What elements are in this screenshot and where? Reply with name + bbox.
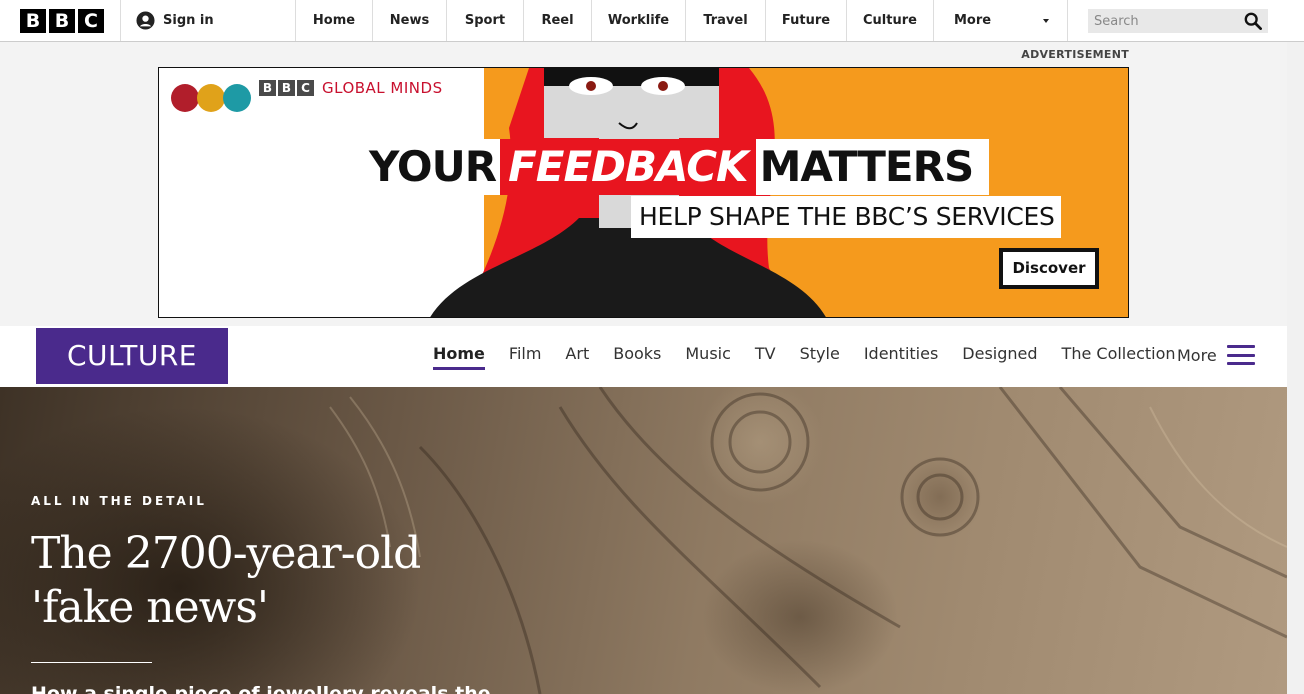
- user-icon: [136, 11, 155, 30]
- search-icon[interactable]: [1244, 12, 1262, 30]
- culture-more-label: More: [1177, 345, 1217, 365]
- nav-link-reel[interactable]: Reel: [523, 0, 591, 41]
- nav-link-future[interactable]: Future: [765, 0, 846, 41]
- sign-in-label: Sign in: [163, 13, 214, 28]
- culture-nav-item-film[interactable]: Film: [509, 344, 542, 370]
- nav-link-news[interactable]: News: [372, 0, 446, 41]
- nav-link-sport[interactable]: Sport: [446, 0, 523, 41]
- discover-button[interactable]: Discover: [999, 248, 1099, 289]
- bbc-logo[interactable]: B B C: [20, 9, 104, 33]
- sign-in-link[interactable]: Sign in: [136, 11, 214, 30]
- hamburger-menu-icon: [1226, 345, 1255, 365]
- culture-nav-item-style[interactable]: Style: [800, 344, 840, 370]
- hero-divider: [31, 662, 152, 663]
- ad-brand-name: GLOBAL MINDS: [322, 79, 443, 97]
- ad-headline-word: MATTERS: [755, 139, 990, 195]
- divider: [120, 0, 121, 41]
- ad-headline-word: YOUR: [365, 139, 501, 195]
- culture-nav-item-designed[interactable]: Designed: [962, 344, 1037, 370]
- global-nav: B B C Sign in Home News Sport Reel Workl…: [0, 0, 1304, 42]
- ad-bbc-letter: B: [259, 80, 276, 96]
- culture-nav: CULTURE Home Film Art Books Music TV Sty…: [0, 326, 1287, 387]
- bbc-logo-letter: C: [78, 9, 104, 33]
- nav-more-label: More: [954, 13, 992, 28]
- hero-subheading: How a single piece of jewellery reveals …: [31, 683, 491, 694]
- ad-brand: B B C GLOBAL MINDS: [259, 79, 443, 97]
- ad-headline-highlight: FEEDBACK: [500, 139, 756, 195]
- culture-nav-item-art[interactable]: Art: [565, 344, 589, 370]
- ad-headline: YOUR FEEDBACK MATTERS: [365, 139, 990, 195]
- search-input[interactable]: [1088, 9, 1236, 33]
- nav-more-button[interactable]: More: [933, 0, 1068, 41]
- nav-link-culture[interactable]: Culture: [846, 0, 933, 41]
- hero-kicker: ALL IN THE DETAIL: [31, 494, 207, 508]
- advertisement-label: ADVERTISEMENT: [1021, 48, 1129, 61]
- culture-logo[interactable]: CULTURE: [36, 328, 228, 384]
- culture-more-menu[interactable]: More: [1177, 345, 1255, 365]
- ad-bbc-letter: C: [297, 80, 314, 96]
- ad-subline: HELP SHAPE THE BBC’S SERVICES: [631, 196, 1061, 238]
- hero-banner[interactable]: ALL IN THE DETAIL The 2700-year-old 'fak…: [0, 387, 1287, 694]
- ad-bbc-letter: B: [278, 80, 295, 96]
- culture-nav-item-music[interactable]: Music: [685, 344, 731, 370]
- culture-nav-links: Home Film Art Books Music TV Style Ident…: [433, 344, 1176, 370]
- advertisement-banner[interactable]: B B C GLOBAL MINDS YOUR FEEDBACK MATTERS…: [158, 67, 1129, 318]
- nav-link-travel[interactable]: Travel: [685, 0, 765, 41]
- culture-nav-item-identities[interactable]: Identities: [864, 344, 938, 370]
- page-scrollbar[interactable]: [1287, 42, 1304, 694]
- bbc-logo-letter: B: [20, 9, 46, 33]
- global-nav-links: Home News Sport Reel Worklife Travel Fut…: [295, 0, 1068, 41]
- culture-nav-item-home[interactable]: Home: [433, 344, 485, 370]
- ad-bbc-logo: B B C: [259, 80, 314, 96]
- chevron-down-icon: [1043, 18, 1049, 23]
- advertisement-area: ADVERTISEMENT B B C GLOBAL MINDS YOUR FE…: [0, 42, 1287, 326]
- nav-link-worklife[interactable]: Worklife: [591, 0, 685, 41]
- culture-nav-item-the-collection[interactable]: The Collection: [1062, 344, 1176, 370]
- bbc-logo-letter: B: [49, 9, 75, 33]
- culture-nav-item-tv[interactable]: TV: [755, 344, 776, 370]
- search-box: [1088, 9, 1268, 33]
- nav-link-home[interactable]: Home: [295, 0, 372, 41]
- culture-nav-item-books[interactable]: Books: [613, 344, 661, 370]
- hero-headline[interactable]: The 2700-year-old 'fake news': [31, 527, 471, 635]
